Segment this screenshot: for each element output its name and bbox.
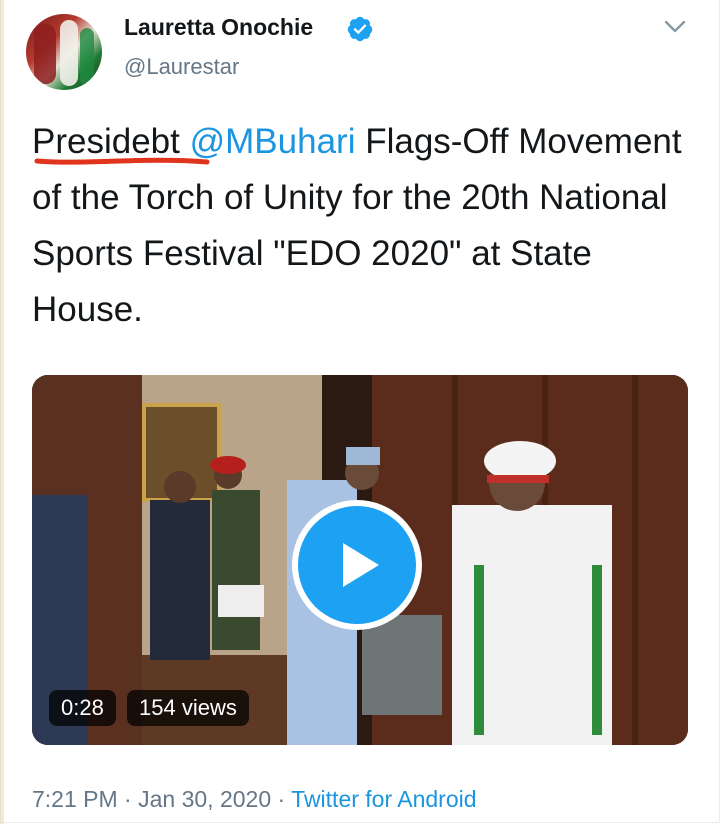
- tweet-date[interactable]: Jan 30, 2020: [138, 786, 271, 812]
- play-button-disc: [298, 506, 416, 624]
- video-player[interactable]: 0:28 154 views: [32, 375, 688, 745]
- avatar[interactable]: [26, 14, 102, 90]
- mention-link[interactable]: @MBuhari: [190, 122, 356, 161]
- meta-separator: ·: [277, 786, 286, 812]
- play-button[interactable]: [292, 500, 422, 630]
- tweet-meta: 7:21 PM · Jan 30, 2020 · Twitter for And…: [32, 786, 477, 813]
- typo-word: Presidebt: [32, 114, 210, 170]
- video-duration-badge: 0:28: [49, 690, 116, 726]
- chevron-down-icon[interactable]: [664, 20, 686, 34]
- meta-separator: ·: [124, 786, 132, 812]
- avatar-figure: [60, 20, 78, 86]
- video-views-badge: 154 views: [127, 690, 249, 726]
- avatar-figure: [80, 28, 94, 86]
- author-name[interactable]: Lauretta Onochie: [124, 14, 313, 41]
- author-handle[interactable]: @Laurestar: [124, 54, 239, 80]
- tweet-text: Presidebt @MBuhari Flags-Off Movement of…: [32, 114, 702, 338]
- avatar-figure: [34, 24, 56, 84]
- red-underline-annotation: [34, 157, 210, 165]
- play-icon: [343, 543, 379, 587]
- tweet-time[interactable]: 7:21 PM: [32, 786, 118, 812]
- tweet-source[interactable]: Twitter for Android: [291, 786, 476, 812]
- verified-badge-icon: [347, 16, 373, 42]
- left-border: [0, 0, 4, 824]
